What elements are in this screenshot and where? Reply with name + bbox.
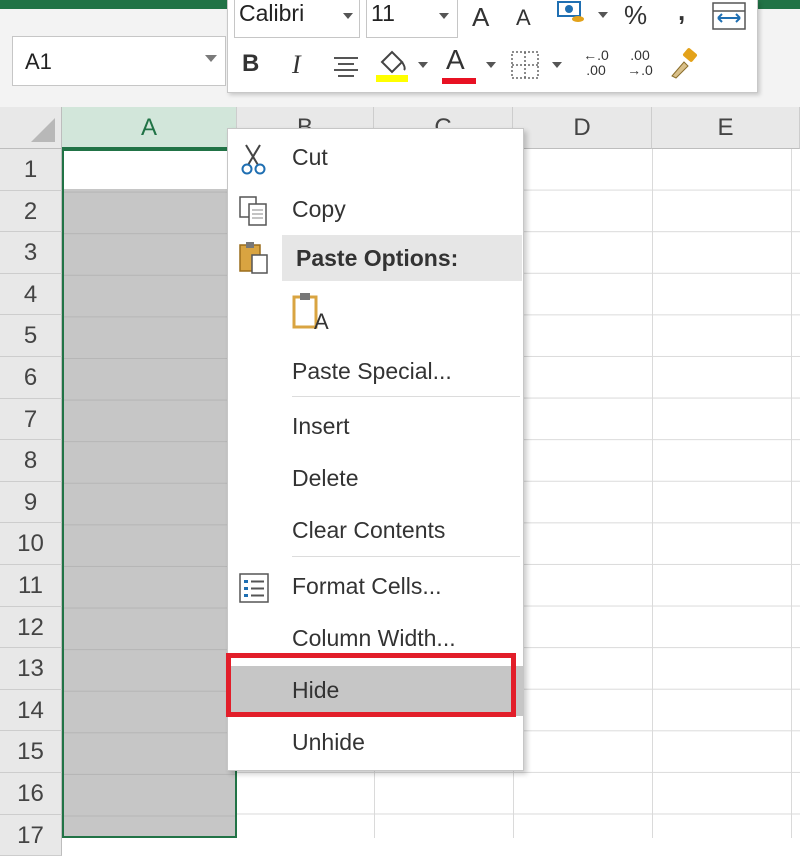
- menu-label-delete: Delete: [292, 465, 359, 491]
- column-header-d[interactable]: D: [513, 107, 652, 149]
- decrease-decimal-top: .00: [630, 47, 650, 63]
- row-header[interactable]: 10: [0, 523, 62, 565]
- row-header[interactable]: 17: [0, 814, 62, 856]
- paste-keep-text-letter: A: [314, 309, 329, 334]
- font-color-bar: [442, 78, 476, 84]
- row-header[interactable]: 12: [0, 606, 62, 649]
- increase-decimal-top: ←.0: [583, 47, 609, 63]
- copy-icon: [238, 195, 270, 227]
- row-header[interactable]: 14: [0, 689, 62, 732]
- name-box-value: A1: [25, 49, 52, 74]
- selected-column-a[interactable]: [62, 149, 237, 838]
- increase-decimal-bottom: .00: [586, 62, 606, 78]
- menu-label-format-cells: Format Cells...: [292, 573, 442, 599]
- increase-decimal-button[interactable]: ←.0 .00: [578, 48, 614, 78]
- row-header[interactable]: 7: [0, 398, 62, 441]
- chevron-down-icon[interactable]: [418, 62, 428, 68]
- menu-label-cut: Cut: [292, 144, 328, 170]
- row-header[interactable]: 6: [0, 357, 62, 399]
- menu-item-copy[interactable]: Copy: [228, 185, 523, 235]
- menu-label-unhide: Unhide: [292, 729, 365, 755]
- paste-keep-text-button[interactable]: A: [292, 291, 336, 337]
- menu-item-cut[interactable]: Cut: [228, 133, 523, 183]
- row-header[interactable]: 2: [0, 190, 62, 233]
- row-header[interactable]: 3: [0, 232, 62, 274]
- select-all-corner[interactable]: [0, 107, 62, 149]
- menu-item-delete[interactable]: Delete: [228, 454, 523, 504]
- accounting-format-icon[interactable]: [556, 0, 586, 29]
- comma-style-button[interactable]: ,: [678, 0, 685, 27]
- font-size-box[interactable]: 11: [366, 0, 458, 38]
- row-header[interactable]: 13: [0, 648, 62, 690]
- menu-label-column-width: Column Width...: [292, 625, 456, 651]
- chevron-down-icon[interactable]: [343, 13, 353, 19]
- wrap-text-icon[interactable]: [712, 2, 746, 35]
- row-header[interactable]: 9: [0, 481, 62, 524]
- name-box[interactable]: A1: [12, 36, 226, 86]
- row-header[interactable]: 11: [0, 565, 62, 607]
- row-header[interactable]: 8: [0, 440, 62, 482]
- menu-label-paste-special: Paste Special...: [292, 358, 452, 384]
- row-header[interactable]: 5: [0, 315, 62, 357]
- percent-style-button[interactable]: %: [624, 0, 647, 31]
- highlight-annotation-box: [226, 653, 516, 717]
- column-header-a[interactable]: A: [62, 107, 237, 149]
- shrink-font-button[interactable]: A: [516, 5, 531, 31]
- italic-button[interactable]: I: [292, 50, 301, 80]
- menu-item-unhide[interactable]: Unhide: [228, 718, 523, 768]
- decrease-decimal-bottom: →.0: [627, 62, 653, 78]
- chevron-down-icon[interactable]: [205, 55, 217, 62]
- borders-icon[interactable]: [510, 50, 540, 85]
- select-all-triangle-icon: [31, 118, 55, 142]
- row-header[interactable]: 4: [0, 273, 62, 316]
- clipboard-icon: [238, 241, 270, 274]
- column-header-e[interactable]: E: [652, 107, 800, 149]
- grow-font-button[interactable]: A: [472, 2, 489, 33]
- menu-item-clear-contents[interactable]: Clear Contents: [228, 506, 523, 556]
- row-header[interactable]: 15: [0, 731, 62, 773]
- menu-label-copy: Copy: [292, 196, 346, 222]
- chevron-down-icon[interactable]: [552, 62, 562, 68]
- menu-item-paste-special[interactable]: Paste Special...: [228, 347, 523, 397]
- font-name-value: Calibri: [239, 0, 305, 26]
- menu-separator: [292, 556, 520, 557]
- active-cell-a1[interactable]: [64, 151, 235, 189]
- align-center-icon[interactable]: [332, 55, 360, 82]
- menu-separator: [292, 396, 520, 397]
- menu-label-clear-contents: Clear Contents: [292, 517, 446, 543]
- paste-options-header: Paste Options:: [282, 235, 522, 281]
- menu-item-insert[interactable]: Insert: [228, 402, 523, 452]
- font-name-box[interactable]: Calibri: [234, 0, 360, 38]
- format-painter-icon[interactable]: [668, 48, 700, 85]
- scissors-icon: [238, 143, 270, 175]
- font-color-button[interactable]: A: [446, 44, 465, 76]
- chevron-down-icon[interactable]: [486, 62, 496, 68]
- row-header[interactable]: 1: [0, 149, 62, 191]
- font-size-value: 11: [371, 0, 395, 26]
- menu-label-insert: Insert: [292, 413, 350, 439]
- paint-bucket-icon[interactable]: [374, 46, 410, 87]
- paste-options-label: Paste Options:: [296, 245, 459, 271]
- decrease-decimal-button[interactable]: .00 →.0: [622, 48, 658, 78]
- mini-toolbar: Calibri 11 A A % , B I A ←.0 .00 .00 →.0: [227, 0, 758, 93]
- bold-button[interactable]: B: [242, 50, 259, 78]
- chevron-down-icon[interactable]: [439, 13, 449, 19]
- menu-item-format-cells[interactable]: Format Cells...: [228, 562, 523, 612]
- format-cells-icon: [238, 572, 270, 604]
- chevron-down-icon[interactable]: [598, 12, 608, 18]
- row-header[interactable]: 16: [0, 773, 62, 815]
